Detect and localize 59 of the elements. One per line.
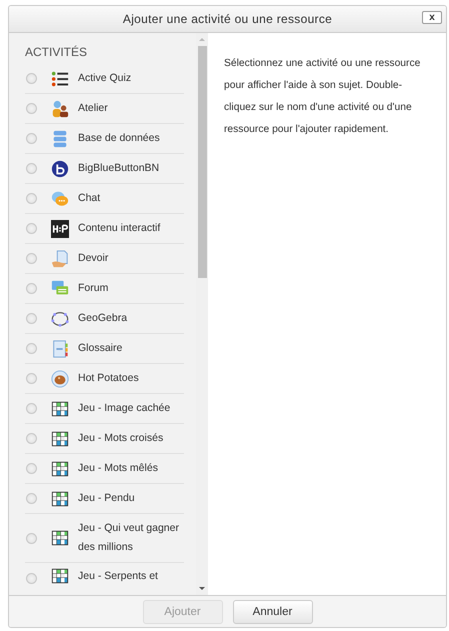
- scroll-thumb[interactable]: [198, 46, 206, 278]
- radio-button[interactable]: [26, 493, 37, 504]
- radio-button[interactable]: [26, 73, 37, 84]
- dialog-title: Ajouter une activité ou une ressource: [122, 12, 332, 26]
- activity-name[interactable]: Jeu - Qui veut gagner des millions: [78, 514, 184, 562]
- activity-name[interactable]: Devoir: [78, 244, 108, 273]
- people-icon: [51, 100, 69, 118]
- activity-name[interactable]: Active Quiz: [78, 64, 132, 93]
- radio-button[interactable]: [26, 133, 37, 144]
- radio-button[interactable]: [26, 403, 37, 414]
- b-logo-icon: [51, 160, 69, 178]
- grid-icon: [51, 430, 69, 448]
- list-icon: [51, 70, 69, 88]
- activity-name[interactable]: Contenu interactif: [78, 214, 160, 243]
- grid-icon: [51, 460, 69, 478]
- help-text: Sélectionnez une activité ou une ressource pour afficher l'aide à son sujet. Double-cliquez sur le nom d'une activité ou d'une ressource pour l'ajouter rapidement.: [224, 57, 422, 137]
- document-hand-icon: [51, 250, 69, 268]
- speech-bubbles-icon: [51, 280, 69, 298]
- radio-button[interactable]: [26, 373, 37, 384]
- close-button[interactable]: x: [422, 11, 442, 24]
- radio-button[interactable]: [26, 223, 37, 234]
- scroll-up-icon[interactable]: [199, 38, 205, 41]
- radio-button[interactable]: [26, 463, 37, 474]
- activity-name[interactable]: Atelier: [78, 94, 108, 123]
- activity-name[interactable]: Jeu - Pendu: [78, 484, 135, 513]
- activity-name[interactable]: Jeu - Mots mêlés: [78, 454, 158, 483]
- activity-name[interactable]: Jeu - Serpents et: [78, 567, 158, 586]
- activity-name[interactable]: Base de données: [78, 124, 160, 153]
- grid-icon: [51, 400, 69, 418]
- radio-button[interactable]: [26, 573, 37, 584]
- radio-button[interactable]: [26, 163, 37, 174]
- radio-button[interactable]: [26, 103, 37, 114]
- ellipse-points-icon: [51, 310, 69, 328]
- database-icon: [51, 130, 69, 148]
- activity-name[interactable]: Glossaire: [78, 334, 122, 363]
- cancel-button[interactable]: Annuler: [232, 600, 312, 624]
- grid-icon: [51, 529, 69, 547]
- radio-button[interactable]: [26, 343, 37, 354]
- radio-button[interactable]: [26, 313, 37, 324]
- scroll-down-icon[interactable]: [199, 587, 205, 590]
- pot-icon: [51, 370, 69, 388]
- activity-name[interactable]: Jeu - Image cachée: [78, 394, 170, 423]
- radio-button[interactable]: [26, 283, 37, 294]
- radio-button[interactable]: [26, 433, 37, 444]
- activity-name[interactable]: Forum: [78, 274, 108, 303]
- activity-name[interactable]: Hot Potatoes: [78, 364, 139, 393]
- activity-name[interactable]: BigBlueButtonBN: [78, 154, 160, 183]
- book-icon: [51, 340, 69, 358]
- radio-button[interactable]: [26, 532, 37, 544]
- radio-button[interactable]: [26, 253, 37, 264]
- radio-button[interactable]: [26, 193, 37, 204]
- activity-name[interactable]: Jeu - Mots croisés: [78, 424, 164, 453]
- chat-bubble-icon: [51, 190, 69, 208]
- grid-icon: [51, 490, 69, 508]
- grid-icon: [51, 567, 69, 585]
- activity-name[interactable]: GeoGebra: [78, 304, 128, 333]
- h5p-icon: [51, 220, 69, 238]
- activity-name[interactable]: Chat: [78, 184, 100, 213]
- section-heading: ACTIVITÉS: [25, 44, 88, 61]
